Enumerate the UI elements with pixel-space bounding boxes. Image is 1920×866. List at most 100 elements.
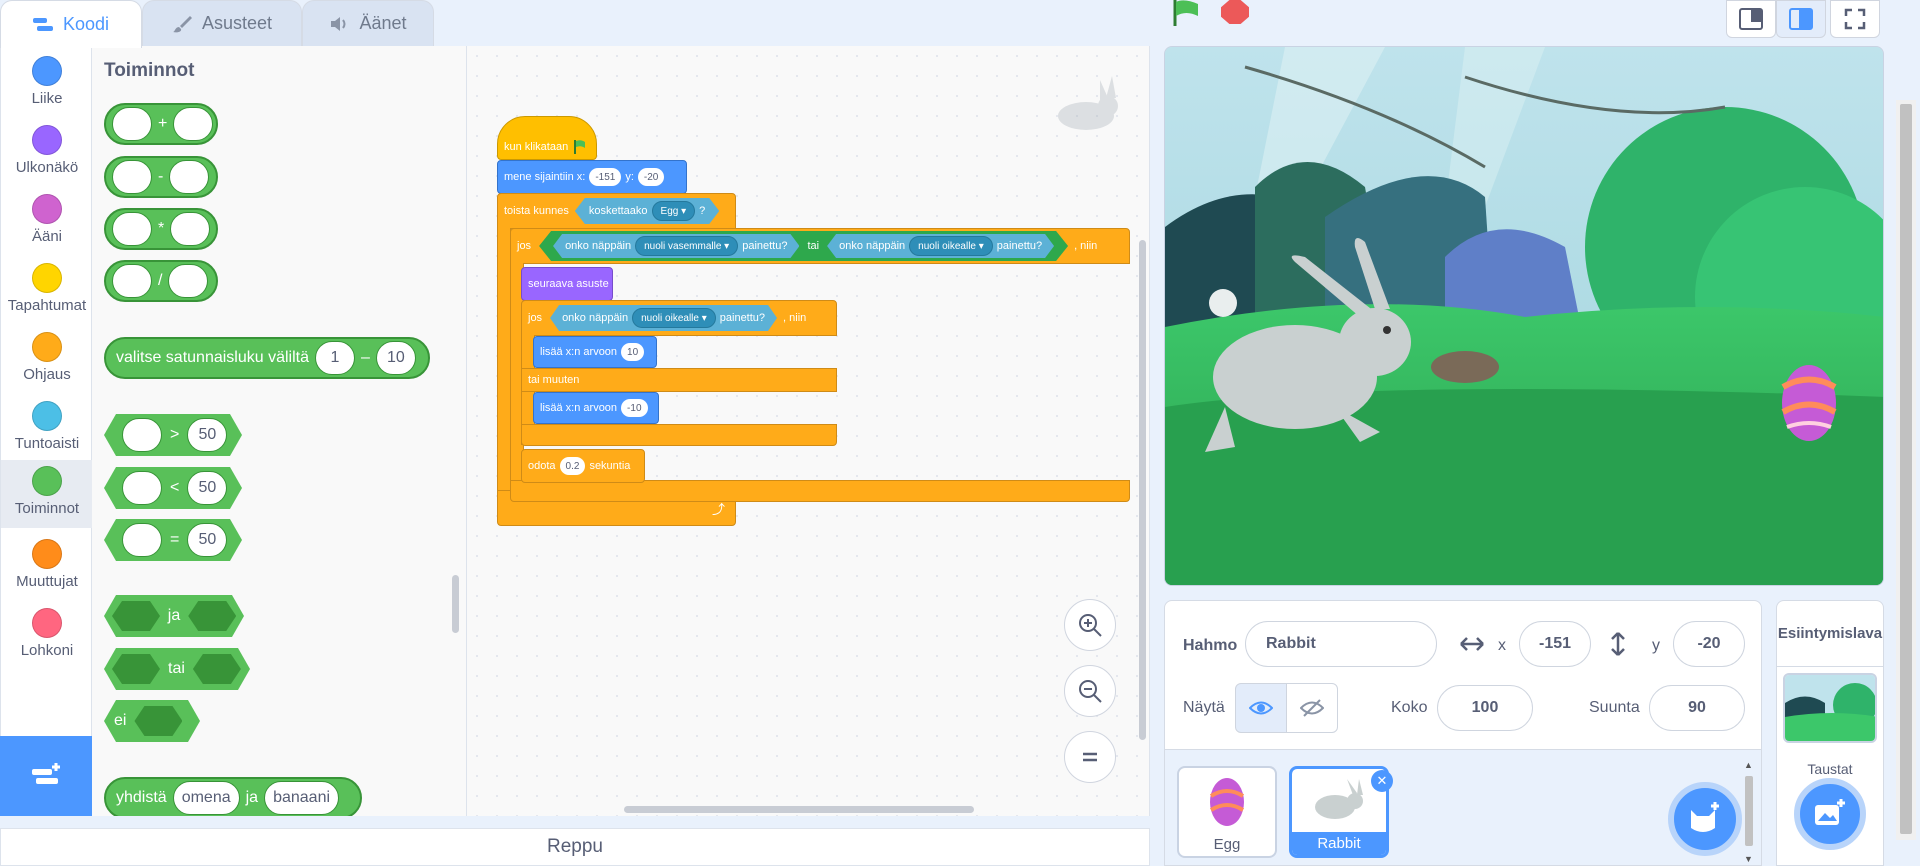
zoom-reset-button[interactable] (1064, 731, 1116, 783)
greater-than-block[interactable]: >50 (104, 414, 242, 456)
script-vscrollbar[interactable] (1139, 240, 1146, 740)
key-pressed-left-block[interactable]: onko näppäin nuoli vasemmalle ▾ painettu… (553, 234, 799, 258)
bool-slot[interactable] (193, 654, 241, 684)
not-block[interactable]: ei (104, 700, 200, 742)
compare-value[interactable]: 50 (187, 471, 227, 505)
input-slot[interactable] (122, 523, 162, 557)
goto-y-input[interactable]: -20 (637, 168, 665, 186)
category-control[interactable]: Ohjaus (1, 326, 93, 394)
subtract-block[interactable]: - (104, 156, 218, 198)
input-slot[interactable] (112, 212, 152, 246)
zoom-in-button[interactable] (1064, 599, 1116, 651)
backpack-header[interactable]: Reppu (0, 828, 1150, 866)
category-looks[interactable]: Ulkonäkö (1, 119, 93, 187)
choose-sprite-button[interactable] (1668, 782, 1742, 856)
wait-input[interactable]: 0.2 (559, 457, 586, 475)
key-dropdown[interactable]: nuoli oikealle ▾ (632, 308, 716, 328)
size-input[interactable]: 100 (1437, 685, 1533, 731)
small-stage-button[interactable] (1726, 0, 1776, 38)
input-slot[interactable] (173, 107, 214, 141)
fullscreen-button[interactable] (1830, 0, 1880, 38)
scroll-down-arrow[interactable]: ▼ (1744, 854, 1753, 864)
tab-sounds[interactable]: Äänet (302, 0, 434, 46)
scroll-up-arrow[interactable]: ▲ (1744, 760, 1753, 770)
key-pressed-right-block[interactable]: onko näppäin nuoli oikealle ▾ painettu? (827, 234, 1054, 258)
random-from[interactable]: 1 (315, 341, 355, 375)
show-visible-button[interactable] (1235, 683, 1287, 733)
if-else-block-inner[interactable]: jos onko näppäin nuoli oikealle ▾ painet… (521, 300, 837, 336)
x-input[interactable]: -151 (1519, 621, 1591, 667)
sprite-name-input[interactable]: Rabbit (1245, 621, 1437, 667)
input-slot[interactable] (112, 264, 152, 298)
equals-block[interactable]: = 50 (104, 519, 242, 561)
key-dropdown-right[interactable]: nuoli oikealle ▾ (909, 236, 993, 256)
touching-block[interactable]: koskettaako Egg ▾ ? (575, 198, 719, 224)
bool-slot[interactable] (188, 601, 236, 631)
delete-sprite-button[interactable]: ✕ (1371, 770, 1393, 792)
compare-value[interactable]: 50 (187, 418, 227, 452)
bool-slot[interactable] (112, 601, 160, 631)
category-operators[interactable]: Toiminnot (1, 460, 93, 528)
change-x-input[interactable]: 10 (621, 343, 645, 361)
page-scroll-thumb[interactable] (1900, 104, 1912, 834)
sprite-thumb-egg[interactable]: Egg (1177, 766, 1277, 858)
direction-input[interactable]: 90 (1649, 685, 1745, 731)
random-block[interactable]: valitse satunnaisluku väliltä 1 – 10 (104, 337, 430, 379)
green-flag-button[interactable] (1170, 0, 1202, 31)
tab-costumes[interactable]: Asusteet (142, 0, 302, 46)
random-to[interactable]: 10 (375, 341, 416, 375)
zoom-out-button[interactable] (1064, 665, 1116, 717)
large-stage-button[interactable] (1776, 0, 1826, 38)
join-a[interactable]: omena (172, 781, 240, 815)
repeat-until-block[interactable]: toista kunnes koskettaako Egg ▾ ? (497, 193, 736, 229)
or-condition-block[interactable]: onko näppäin nuoli vasemmalle ▾ painettu… (539, 231, 1068, 261)
input-slot[interactable] (122, 418, 162, 452)
or-block[interactable]: tai (104, 648, 250, 690)
category-sound[interactable]: Ääni (1, 188, 93, 256)
add-extension-button[interactable] (0, 736, 92, 816)
multiply-block[interactable]: * (104, 208, 218, 250)
script-hscrollbar[interactable] (624, 806, 974, 813)
bool-slot[interactable] (134, 706, 182, 736)
input-slot[interactable] (170, 212, 211, 246)
stage-canvas[interactable] (1164, 46, 1884, 586)
change-x-input[interactable]: -10 (621, 399, 648, 417)
go-to-xy-block[interactable]: mene sijaintiin x: -151 y: -20 (497, 160, 687, 194)
stop-button[interactable] (1221, 0, 1249, 24)
divide-block[interactable]: / (104, 260, 218, 302)
change-x-block-1[interactable]: lisää x:n arvoon 10 (533, 336, 657, 368)
category-variables[interactable]: Muuttujat (1, 533, 93, 601)
key-pressed-block[interactable]: onko näppäin nuoli oikealle ▾ painettu? (550, 305, 777, 331)
compare-value[interactable]: 50 (187, 523, 227, 557)
join-b[interactable]: banaani (264, 781, 340, 815)
category-sensing[interactable]: Tuntoaisti (1, 395, 93, 463)
category-motion[interactable]: Liike (1, 50, 93, 118)
touching-target-dropdown[interactable]: Egg ▾ (652, 201, 696, 221)
y-input[interactable]: -20 (1673, 621, 1745, 667)
less-than-block[interactable]: <50 (104, 467, 242, 509)
when-flag-clicked-block[interactable]: kun klikataan (497, 116, 597, 160)
join-block[interactable]: yhdistä omena ja banaani (104, 777, 362, 816)
next-costume-block[interactable]: seuraava asuste (521, 267, 613, 301)
scroll-thumb[interactable] (1745, 776, 1753, 846)
hide-sprite-button[interactable] (1286, 683, 1338, 733)
key-dropdown-left[interactable]: nuoli vasemmalle ▾ (635, 236, 738, 256)
change-x-block-2[interactable]: lisää x:n arvoon -10 (533, 392, 659, 424)
goto-x-input[interactable]: -151 (589, 168, 622, 186)
category-events[interactable]: Tapahtumat (1, 257, 93, 325)
choose-backdrop-button[interactable] (1794, 778, 1866, 850)
if-else-block-outer[interactable]: jos onko näppäin nuoli vasemmalle ▾ pain… (510, 228, 1130, 264)
input-slot[interactable] (169, 160, 210, 194)
sprite-list-scrollbar[interactable]: ▲ ▼ (1740, 758, 1758, 866)
input-slot[interactable] (112, 107, 152, 141)
tab-code[interactable]: Koodi (0, 0, 142, 48)
input-slot[interactable] (122, 471, 162, 505)
page-scrollbar[interactable] (1896, 100, 1916, 840)
input-slot[interactable] (168, 264, 209, 298)
category-my-blocks[interactable]: Lohkoni (1, 602, 93, 670)
palette-scrollbar[interactable] (452, 575, 459, 633)
add-block[interactable]: + (104, 103, 218, 145)
wait-block[interactable]: odota 0.2 sekuntia (521, 449, 645, 483)
input-slot[interactable] (112, 160, 152, 194)
and-block[interactable]: ja (104, 595, 244, 637)
